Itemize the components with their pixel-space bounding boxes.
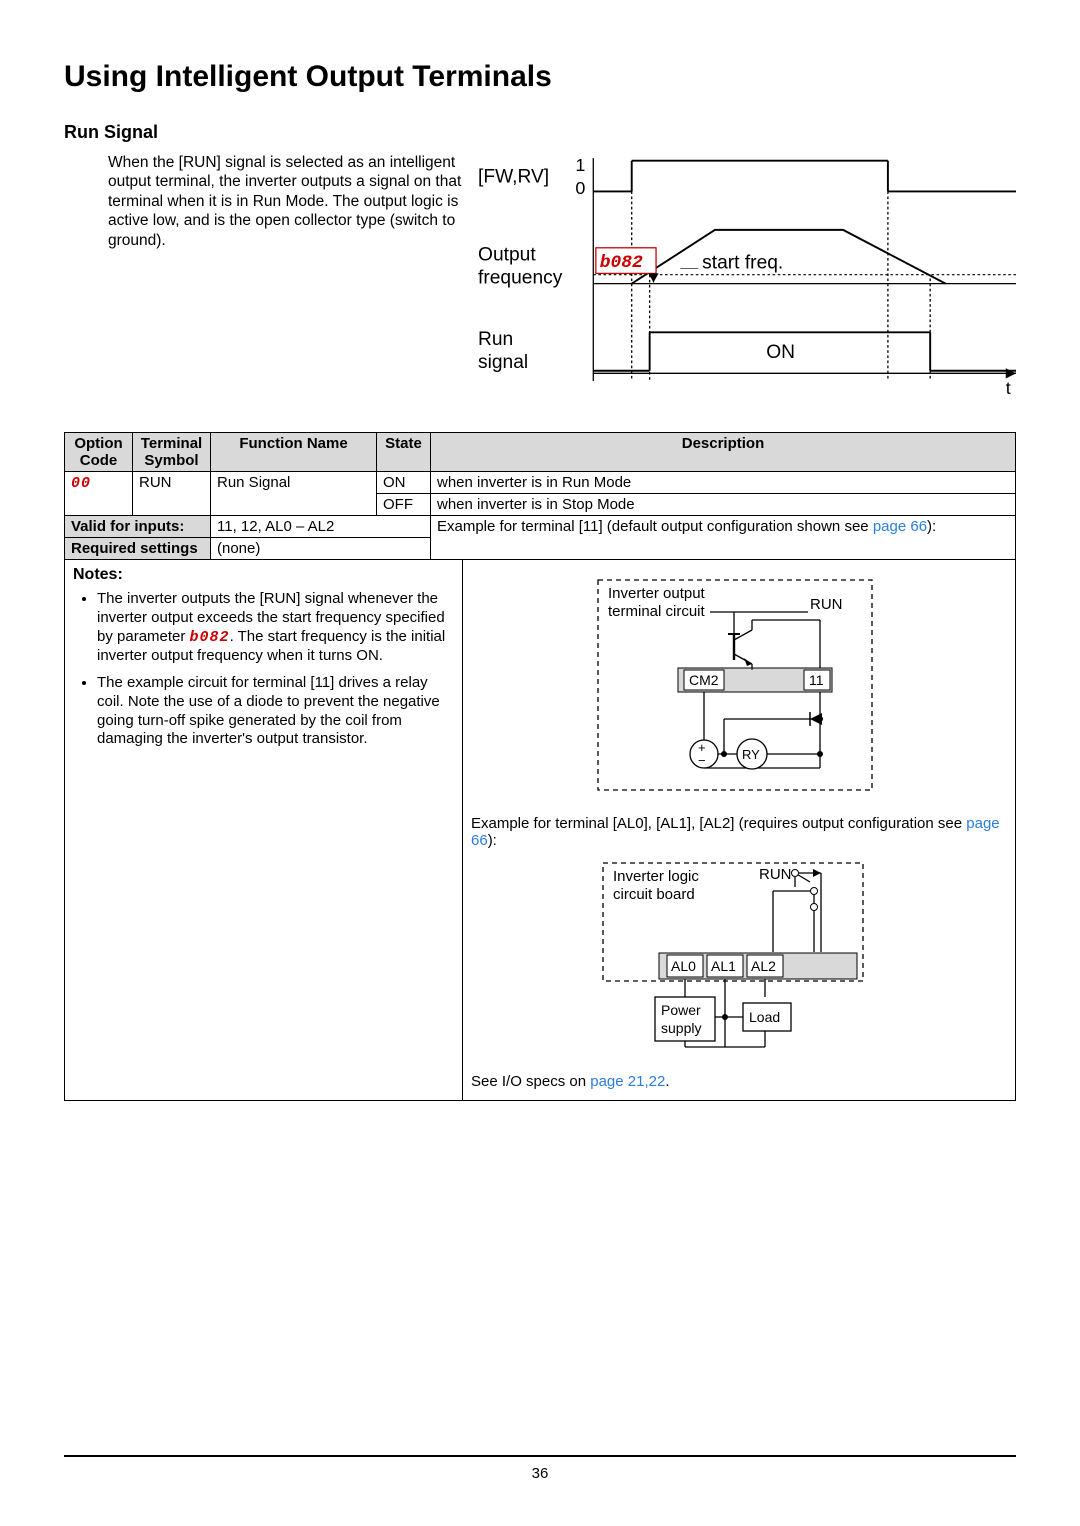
bottom-row: Notes: The inverter outputs the [RUN] si…	[64, 560, 1016, 1101]
b082-label: b082	[600, 253, 643, 273]
function-name: Run Signal	[211, 472, 377, 516]
intro-row: When the [RUN] signal is selected as an …	[108, 153, 1016, 412]
page-title: Using Intelligent Output Terminals	[64, 60, 1016, 94]
required-settings-label: Required settings	[65, 538, 211, 560]
page-link-66a[interactable]: page 66	[873, 518, 927, 535]
ry-label: RY	[742, 747, 760, 762]
note-2: The example circuit for terminal [11] dr…	[97, 674, 454, 749]
power-label-1: Power	[661, 1002, 701, 1018]
output-freq-label-2: frequency	[478, 268, 563, 289]
page-link-21-22[interactable]: page 21,22	[590, 1073, 665, 1090]
page-number: 36	[532, 1465, 549, 1482]
run-label-c1: RUN	[810, 596, 843, 613]
run-signal-label-2: signal	[478, 352, 528, 373]
notes-column: Notes: The inverter outputs the [RUN] si…	[64, 560, 462, 1101]
inv-logic-label-1: Inverter logic	[613, 868, 699, 885]
cm2-label: CM2	[689, 672, 719, 688]
terminal-symbol: RUN	[133, 472, 211, 516]
run-signal-label-1: Run	[478, 329, 513, 350]
power-label-2: supply	[661, 1020, 701, 1036]
th-terminal-symbol: Terminal Symbol	[133, 433, 211, 472]
diagram-column: Inverter output terminal circuit RUN	[462, 560, 1016, 1101]
digit-one: 1	[575, 155, 585, 175]
al1-label: AL1	[711, 958, 736, 974]
state-on: ON	[377, 472, 431, 494]
th-description: Description	[431, 433, 1016, 472]
option-code-00: 00	[71, 475, 91, 492]
fwrv-label: [FW,RV]	[478, 166, 549, 187]
circuit-diagram-2: Inverter logic circuit board RUN	[471, 857, 1007, 1057]
timing-diagram: [FW,RV] 1 0 Output frequency b082	[478, 153, 1016, 412]
output-freq-label-1: Output	[478, 245, 536, 266]
t-label: t	[1006, 378, 1011, 398]
section-title: Run Signal	[64, 122, 1016, 143]
inv-logic-label-2: circuit board	[613, 886, 695, 903]
th-option-code: Option Code	[65, 433, 133, 472]
th-function-name: Function Name	[211, 433, 377, 472]
desc-on: when inverter is in Run Mode	[431, 472, 1016, 494]
example-text-2: Example for terminal [AL0], [AL1], [AL2]…	[471, 815, 1007, 849]
example-text-1: Example for terminal [11] (default outpu…	[431, 516, 1016, 560]
parameter-table: Option Code Terminal Symbol Function Nam…	[64, 432, 1016, 560]
start-freq-label: start freq.	[702, 252, 783, 273]
al0-label: AL0	[671, 958, 696, 974]
run-label-c2: RUN	[759, 866, 792, 883]
intro-text: When the [RUN] signal is selected as an …	[108, 153, 468, 412]
digit-zero: 0	[575, 178, 585, 198]
io-specs-text: See I/O specs on page 21,22.	[471, 1073, 1007, 1090]
state-off: OFF	[377, 494, 431, 516]
notes-label: Notes:	[73, 566, 123, 583]
required-settings-value: (none)	[211, 538, 431, 560]
on-label: ON	[766, 342, 795, 363]
al2-label: AL2	[751, 958, 776, 974]
minus-label: −	[698, 753, 706, 768]
valid-inputs-value: 11, 12, AL0 – AL2	[211, 516, 431, 538]
load-label: Load	[749, 1009, 780, 1025]
valid-inputs-label: Valid for inputs:	[65, 516, 211, 538]
circuit-diagram-1: Inverter output terminal circuit RUN	[471, 574, 1007, 799]
inv-out-label-1: Inverter output	[608, 585, 706, 602]
inv-out-label-2: terminal circuit	[608, 603, 706, 620]
eleven-label: 11	[809, 672, 824, 688]
page-footer: 36	[64, 1455, 1016, 1482]
note-1: The inverter outputs the [RUN] signal wh…	[97, 590, 454, 666]
desc-off: when inverter is in Stop Mode	[431, 494, 1016, 516]
th-state: State	[377, 433, 431, 472]
